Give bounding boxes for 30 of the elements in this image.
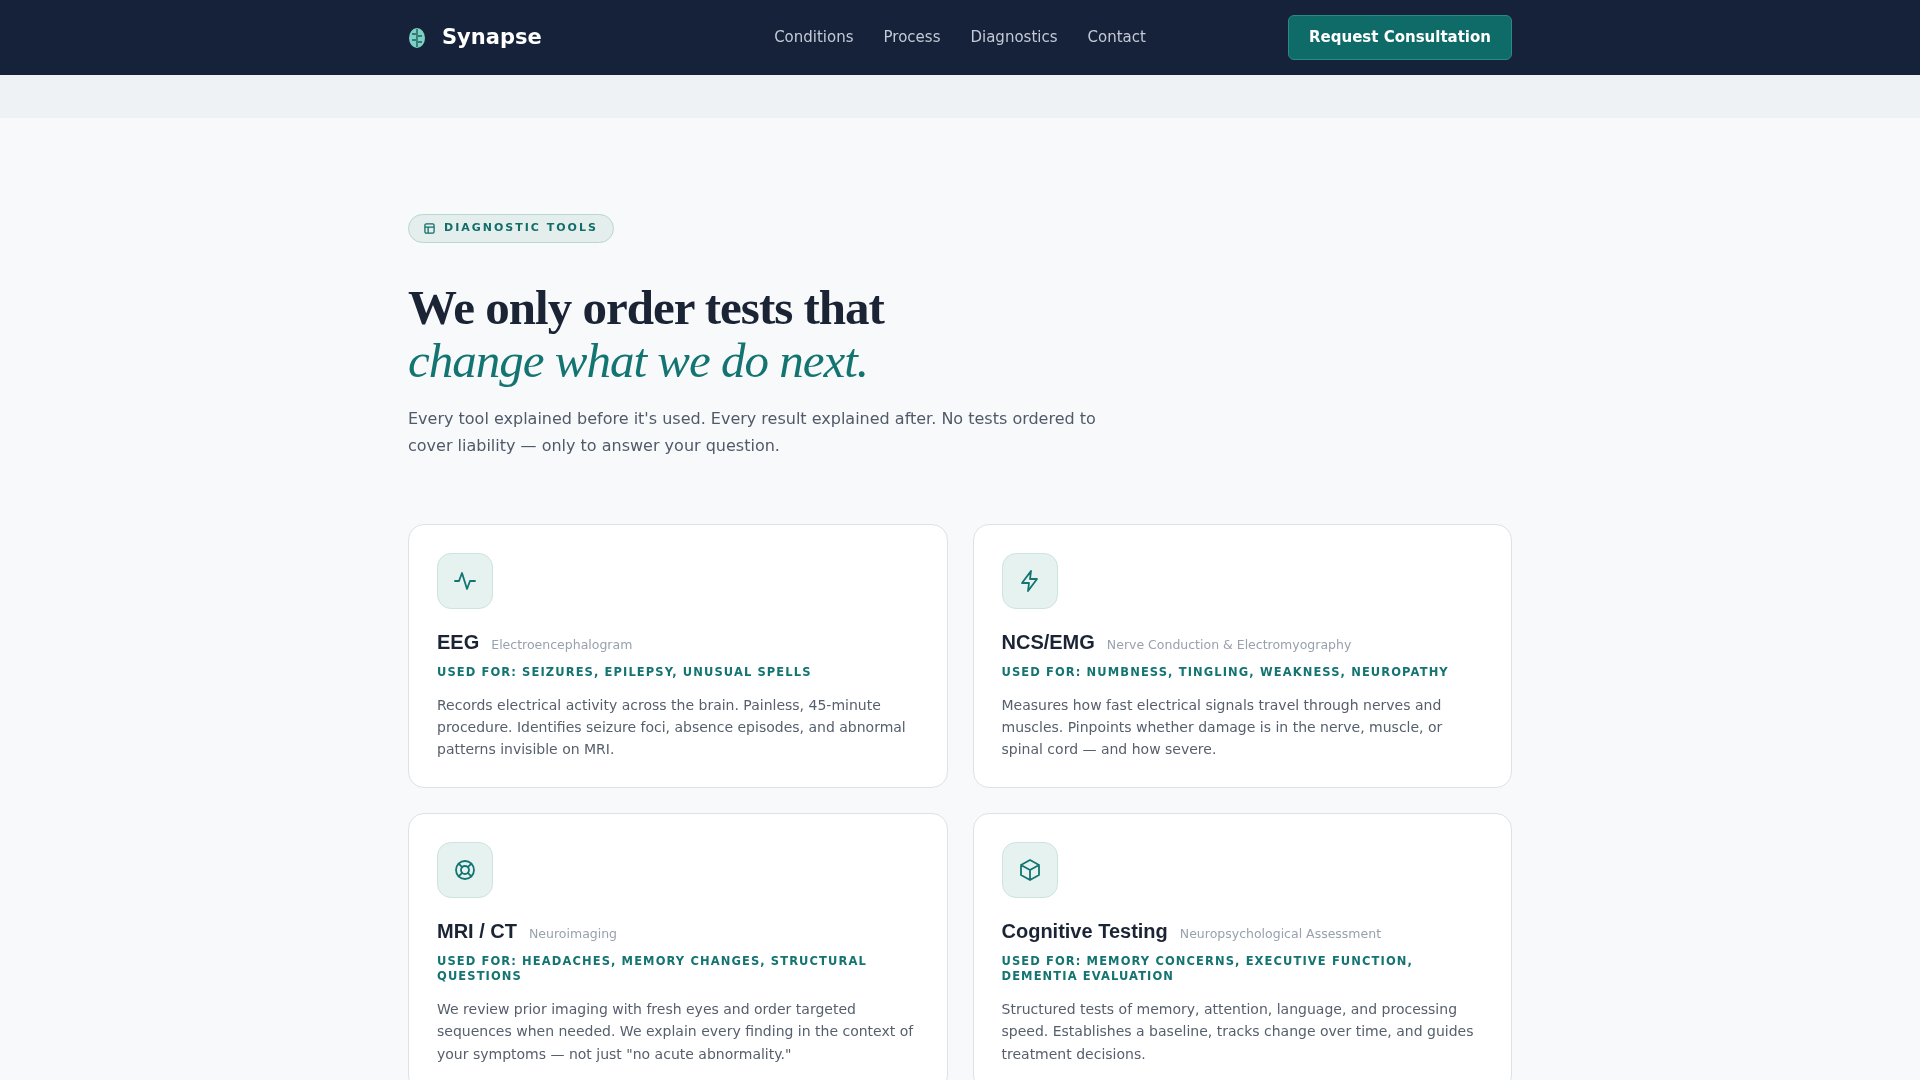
nav-link[interactable]: Contact [1087,26,1146,49]
headline-accent: change what we do next. [408,334,870,389]
tool-name: MRI / CT [437,918,517,944]
intro-paragraph: Every tool explained before it's used. Every result explained after. No tests ordered to cover liability — only to answer your question. [408,408,1097,457]
used-for-label: USED FOR: HEADACHES, MEMORY CHANGES, STRUCTURAL QUESTIONS [437,953,868,985]
nav-link[interactable]: Process [883,26,941,49]
used-for-label: USED FOR: NUMBNESS, TINGLING, WEAKNESS, NEUROPATHY [1001,665,1450,681]
tool-subtitle: Electroencephalogram [491,636,633,655]
tool-description: Records electrical activity across the brain. Painless, 45-minute procedure. Identifies seizure foci, absence episodes, and abnormal patterns invisible on MRI. [437,695,907,760]
tool-name: NCS/EMG [1001,630,1095,656]
headline: We only order tests that [408,280,886,335]
nav-link[interactable]: Diagnostics [970,26,1058,49]
tool-description: Structured tests of memory, attention, language, and processing speed. Establishes a baseline, tracks change over time, and guides treatment decisions. [1001,999,1475,1064]
used-for-label: USED FOR: MEMORY CONCERNS, EXECUTIVE FUNCTION, DEMENTIA EVALUATION [1001,953,1414,985]
brain-logo-icon [408,26,426,49]
tool-name: EEG [437,630,480,656]
tool-subtitle: Nerve Conduction & Electromyography [1106,636,1352,655]
nav-link[interactable]: Conditions [774,26,854,49]
brand-name[interactable]: Synapse [442,21,542,54]
table-icon [424,222,435,234]
tool-description: Measures how fast electrical signals travel through nerves and muscles. Pinpoints whether damage is in the nerve, muscle, or spinal cord — and how severe. [1001,695,1444,760]
used-for-label: USED FOR: SEIZURES, EPILEPSY, UNUSUAL SPELLS [437,665,813,681]
tool-name: Cognitive Testing [1001,918,1168,944]
lifebuoy-icon [453,857,477,882]
tool-subtitle: Neuropsychological Assessment [1179,924,1382,943]
tool-description: We review prior imaging with fresh eyes and order targeted sequences when needed. We explain every finding in the context of your symptoms — not just "no acute abnormality." [437,999,915,1064]
tool-subtitle: Neuroimaging [529,924,618,943]
request-consultation-button[interactable]: Request Consultation [1288,15,1512,60]
section-badge: DIAGNOSTIC TOOLS [408,214,614,243]
cube-icon [1017,857,1042,882]
